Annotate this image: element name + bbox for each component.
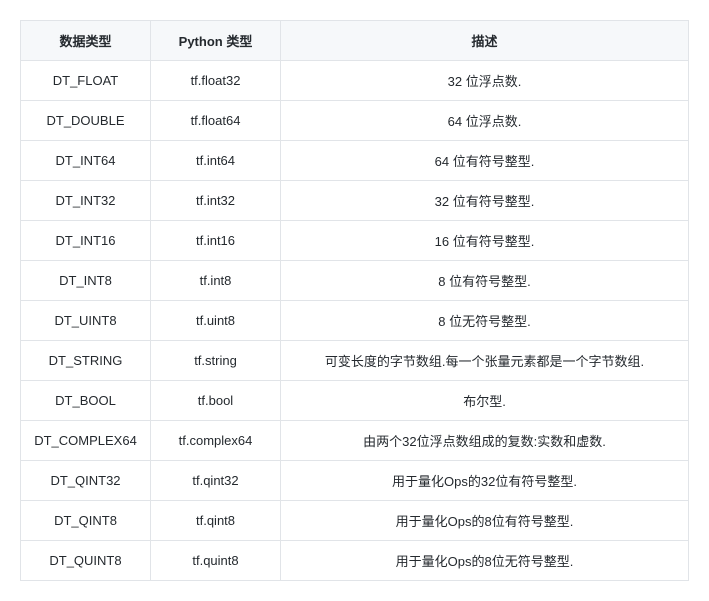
table-row: DT_STRINGtf.string可变长度的字节数组.每一个张量元素都是一个字… xyxy=(21,341,689,381)
table-row: DT_QINT8tf.qint8用于量化Ops的8位有符号整型. xyxy=(21,501,689,541)
cell-description: 16 位有符号整型. xyxy=(281,221,689,261)
cell-python: tf.int64 xyxy=(151,141,281,181)
table-row: DT_UINT8tf.uint88 位无符号整型. xyxy=(21,301,689,341)
table-row: DT_QINT32tf.qint32用于量化Ops的32位有符号整型. xyxy=(21,461,689,501)
cell-datatype: DT_STRING xyxy=(21,341,151,381)
cell-description: 布尔型. xyxy=(281,381,689,421)
header-description: 描述 xyxy=(281,21,689,61)
cell-datatype: DT_INT32 xyxy=(21,181,151,221)
cell-datatype: DT_QUINT8 xyxy=(21,541,151,581)
datatype-table: 数据类型 Python 类型 描述 DT_FLOATtf.float3232 位… xyxy=(20,20,689,581)
cell-python: tf.float64 xyxy=(151,101,281,141)
cell-datatype: DT_DOUBLE xyxy=(21,101,151,141)
table-row: DT_INT32tf.int3232 位有符号整型. xyxy=(21,181,689,221)
table-row: DT_INT64tf.int6464 位有符号整型. xyxy=(21,141,689,181)
cell-description: 8 位有符号整型. xyxy=(281,261,689,301)
table-body: DT_FLOATtf.float3232 位浮点数.DT_DOUBLEtf.fl… xyxy=(21,61,689,581)
cell-python: tf.quint8 xyxy=(151,541,281,581)
cell-python: tf.qint8 xyxy=(151,501,281,541)
cell-description: 可变长度的字节数组.每一个张量元素都是一个字节数组. xyxy=(281,341,689,381)
cell-datatype: DT_BOOL xyxy=(21,381,151,421)
header-python: Python 类型 xyxy=(151,21,281,61)
cell-python: tf.float32 xyxy=(151,61,281,101)
cell-python: tf.string xyxy=(151,341,281,381)
cell-datatype: DT_UINT8 xyxy=(21,301,151,341)
cell-description: 32 位有符号整型. xyxy=(281,181,689,221)
cell-datatype: DT_INT16 xyxy=(21,221,151,261)
table-header-row: 数据类型 Python 类型 描述 xyxy=(21,21,689,61)
table-row: DT_QUINT8tf.quint8用于量化Ops的8位无符号整型. xyxy=(21,541,689,581)
table-row: DT_INT16tf.int1616 位有符号整型. xyxy=(21,221,689,261)
cell-datatype: DT_INT64 xyxy=(21,141,151,181)
cell-python: tf.int8 xyxy=(151,261,281,301)
cell-datatype: DT_COMPLEX64 xyxy=(21,421,151,461)
table-row: DT_BOOLtf.bool布尔型. xyxy=(21,381,689,421)
cell-description: 用于量化Ops的8位有符号整型. xyxy=(281,501,689,541)
cell-description: 64 位有符号整型. xyxy=(281,141,689,181)
cell-python: tf.int32 xyxy=(151,181,281,221)
cell-description: 64 位浮点数. xyxy=(281,101,689,141)
table-row: DT_DOUBLEtf.float6464 位浮点数. xyxy=(21,101,689,141)
cell-python: tf.uint8 xyxy=(151,301,281,341)
table-row: DT_COMPLEX64tf.complex64由两个32位浮点数组成的复数:实… xyxy=(21,421,689,461)
header-datatype: 数据类型 xyxy=(21,21,151,61)
cell-datatype: DT_QINT8 xyxy=(21,501,151,541)
cell-description: 32 位浮点数. xyxy=(281,61,689,101)
table-row: DT_INT8tf.int88 位有符号整型. xyxy=(21,261,689,301)
cell-description: 8 位无符号整型. xyxy=(281,301,689,341)
cell-datatype: DT_INT8 xyxy=(21,261,151,301)
cell-python: tf.int16 xyxy=(151,221,281,261)
cell-datatype: DT_QINT32 xyxy=(21,461,151,501)
cell-datatype: DT_FLOAT xyxy=(21,61,151,101)
cell-description: 用于量化Ops的8位无符号整型. xyxy=(281,541,689,581)
cell-python: tf.bool xyxy=(151,381,281,421)
cell-python: tf.qint32 xyxy=(151,461,281,501)
cell-python: tf.complex64 xyxy=(151,421,281,461)
cell-description: 由两个32位浮点数组成的复数:实数和虚数. xyxy=(281,421,689,461)
table-row: DT_FLOATtf.float3232 位浮点数. xyxy=(21,61,689,101)
cell-description: 用于量化Ops的32位有符号整型. xyxy=(281,461,689,501)
